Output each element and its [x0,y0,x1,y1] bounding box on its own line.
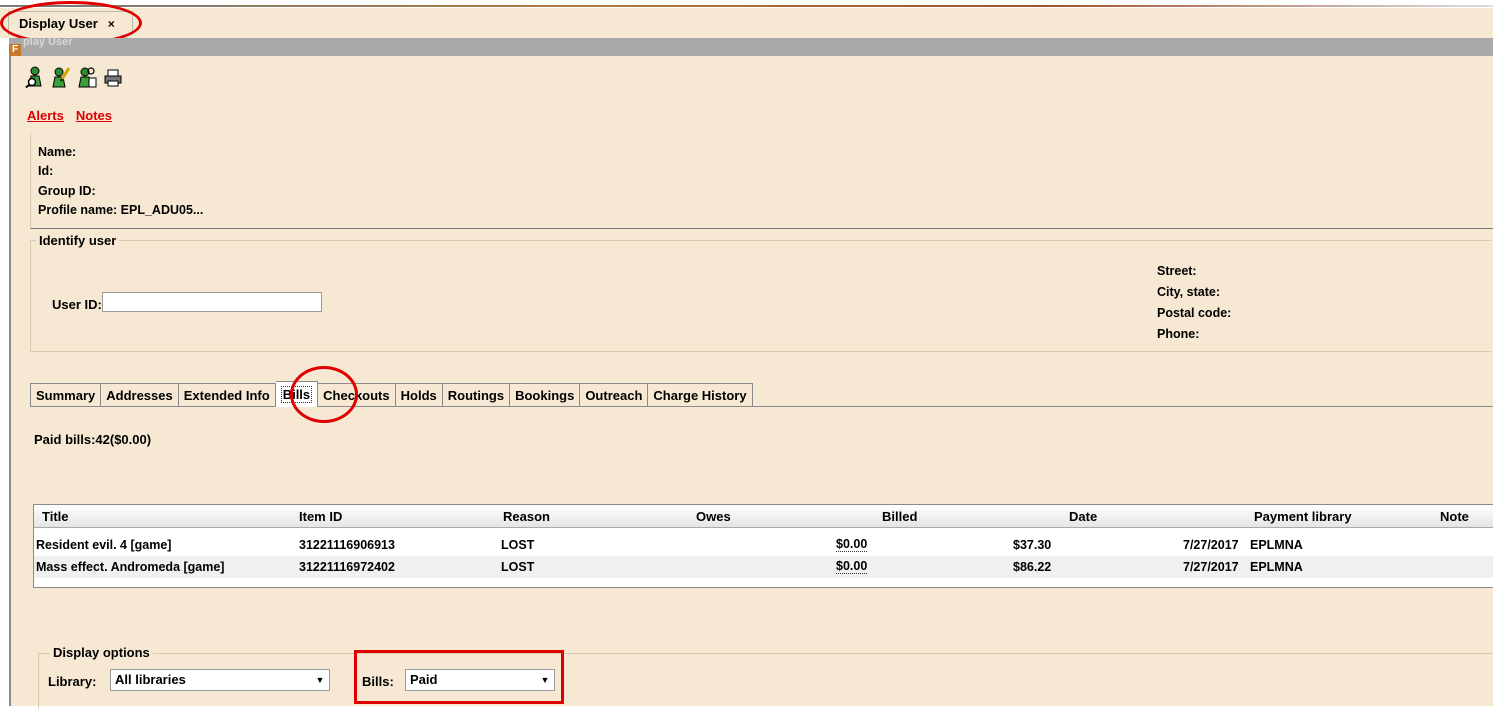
column-header-billed[interactable]: Billed [882,509,917,524]
tab-routings[interactable]: Routings [442,383,511,407]
panel-app-icon: F [9,44,21,56]
user-id-input[interactable] [102,292,322,312]
user-tabs: Summary Addresses Extended Info Bills Ch… [30,381,753,407]
cell-title: Mass effect. Andromeda [game] [36,560,225,574]
column-header-note[interactable]: Note [1440,509,1469,524]
alerts-notes-links: Alerts Notes [27,108,112,123]
cell-reason: LOST [501,538,535,552]
user-id-label: User ID: [52,297,102,312]
profile-name-label: Profile name: EPL_ADU05... [38,203,204,217]
library-select-value: All libraries [115,672,186,687]
user-lookup-icon[interactable] [77,66,97,88]
cell-payment-library: EPLMNA [1250,538,1303,552]
cell-owes[interactable]: $0.00 [836,538,868,552]
cell-billed: $37.30 [1013,538,1052,552]
tab-charge-history[interactable]: Charge History [648,383,753,407]
column-header-reason[interactable]: Reason [503,509,550,524]
window-tab-strip [0,8,1493,38]
cell-payment-library: EPLMNA [1250,560,1303,574]
column-header-title[interactable]: Title [42,509,69,524]
cell-item-id: 31221116972402 [299,560,395,574]
toolbar [25,66,123,88]
tab-extended-info[interactable]: Extended Info [178,383,276,407]
street-label: Street: [1157,264,1197,278]
display-options-legend: Display options [50,645,153,660]
table-row[interactable]: Mass effect. Andromeda [game] 3122111697… [34,556,1493,578]
alerts-link[interactable]: Alerts [27,108,64,123]
tab-addresses[interactable]: Addresses [101,383,179,407]
tab-summary[interactable]: Summary [30,383,102,407]
panel-title: play User [23,36,73,48]
column-header-owes[interactable]: Owes [696,509,731,524]
notes-link[interactable]: Notes [76,108,112,123]
bills-filter-highlight-box [354,650,564,704]
postal-code-label: Postal code: [1157,306,1232,320]
library-select[interactable]: All libraries ▼ [110,669,330,691]
cell-title: Resident evil. 4 [game] [36,538,172,552]
phone-label: Phone: [1157,327,1200,341]
bills-table-header: Title Item ID Reason Owes Billed Date Pa… [34,505,1493,528]
bills-tab-highlight-circle [290,366,358,423]
cell-date: 7/27/2017 [1183,560,1239,574]
cell-owes[interactable]: $0.00 [836,560,868,574]
tab-outreach[interactable]: Outreach [580,383,649,407]
identify-user-legend: Identify user [36,233,120,248]
column-header-payment-library[interactable]: Payment library [1254,509,1352,524]
table-row[interactable]: Resident evil. 4 [game] 31221116906913 L… [34,534,1493,556]
chevron-down-icon[interactable]: ▼ [311,670,329,690]
cell-billed: $86.22 [1013,560,1052,574]
column-header-item-id[interactable]: Item ID [299,509,342,524]
cell-date: 7/27/2017 [1183,538,1239,552]
column-header-date[interactable]: Date [1069,509,1097,524]
window-top-border [0,5,1493,7]
library-label: Library: [48,674,97,689]
print-icon[interactable] [103,66,123,88]
panel-titlebar: F play User [9,36,1493,56]
cell-reason: LOST [501,560,535,574]
user-edit-icon[interactable] [51,66,71,88]
cell-item-id: 31221116906913 [299,538,395,552]
city-state-label: City, state: [1157,285,1220,299]
user-search-icon[interactable] [25,66,45,88]
tab-holds[interactable]: Holds [395,383,443,407]
user-info-box: Name: Id: Group ID: Profile name: EPL_AD… [30,133,1493,229]
name-label: Name: [38,145,77,159]
paid-bills-summary: Paid bills:42($0.00) [34,432,152,447]
bills-table: Title Item ID Reason Owes Billed Date Pa… [33,504,1493,588]
group-id-label: Group ID: [38,184,96,198]
tab-bookings[interactable]: Bookings [510,383,581,407]
id-label: Id: [38,164,54,178]
